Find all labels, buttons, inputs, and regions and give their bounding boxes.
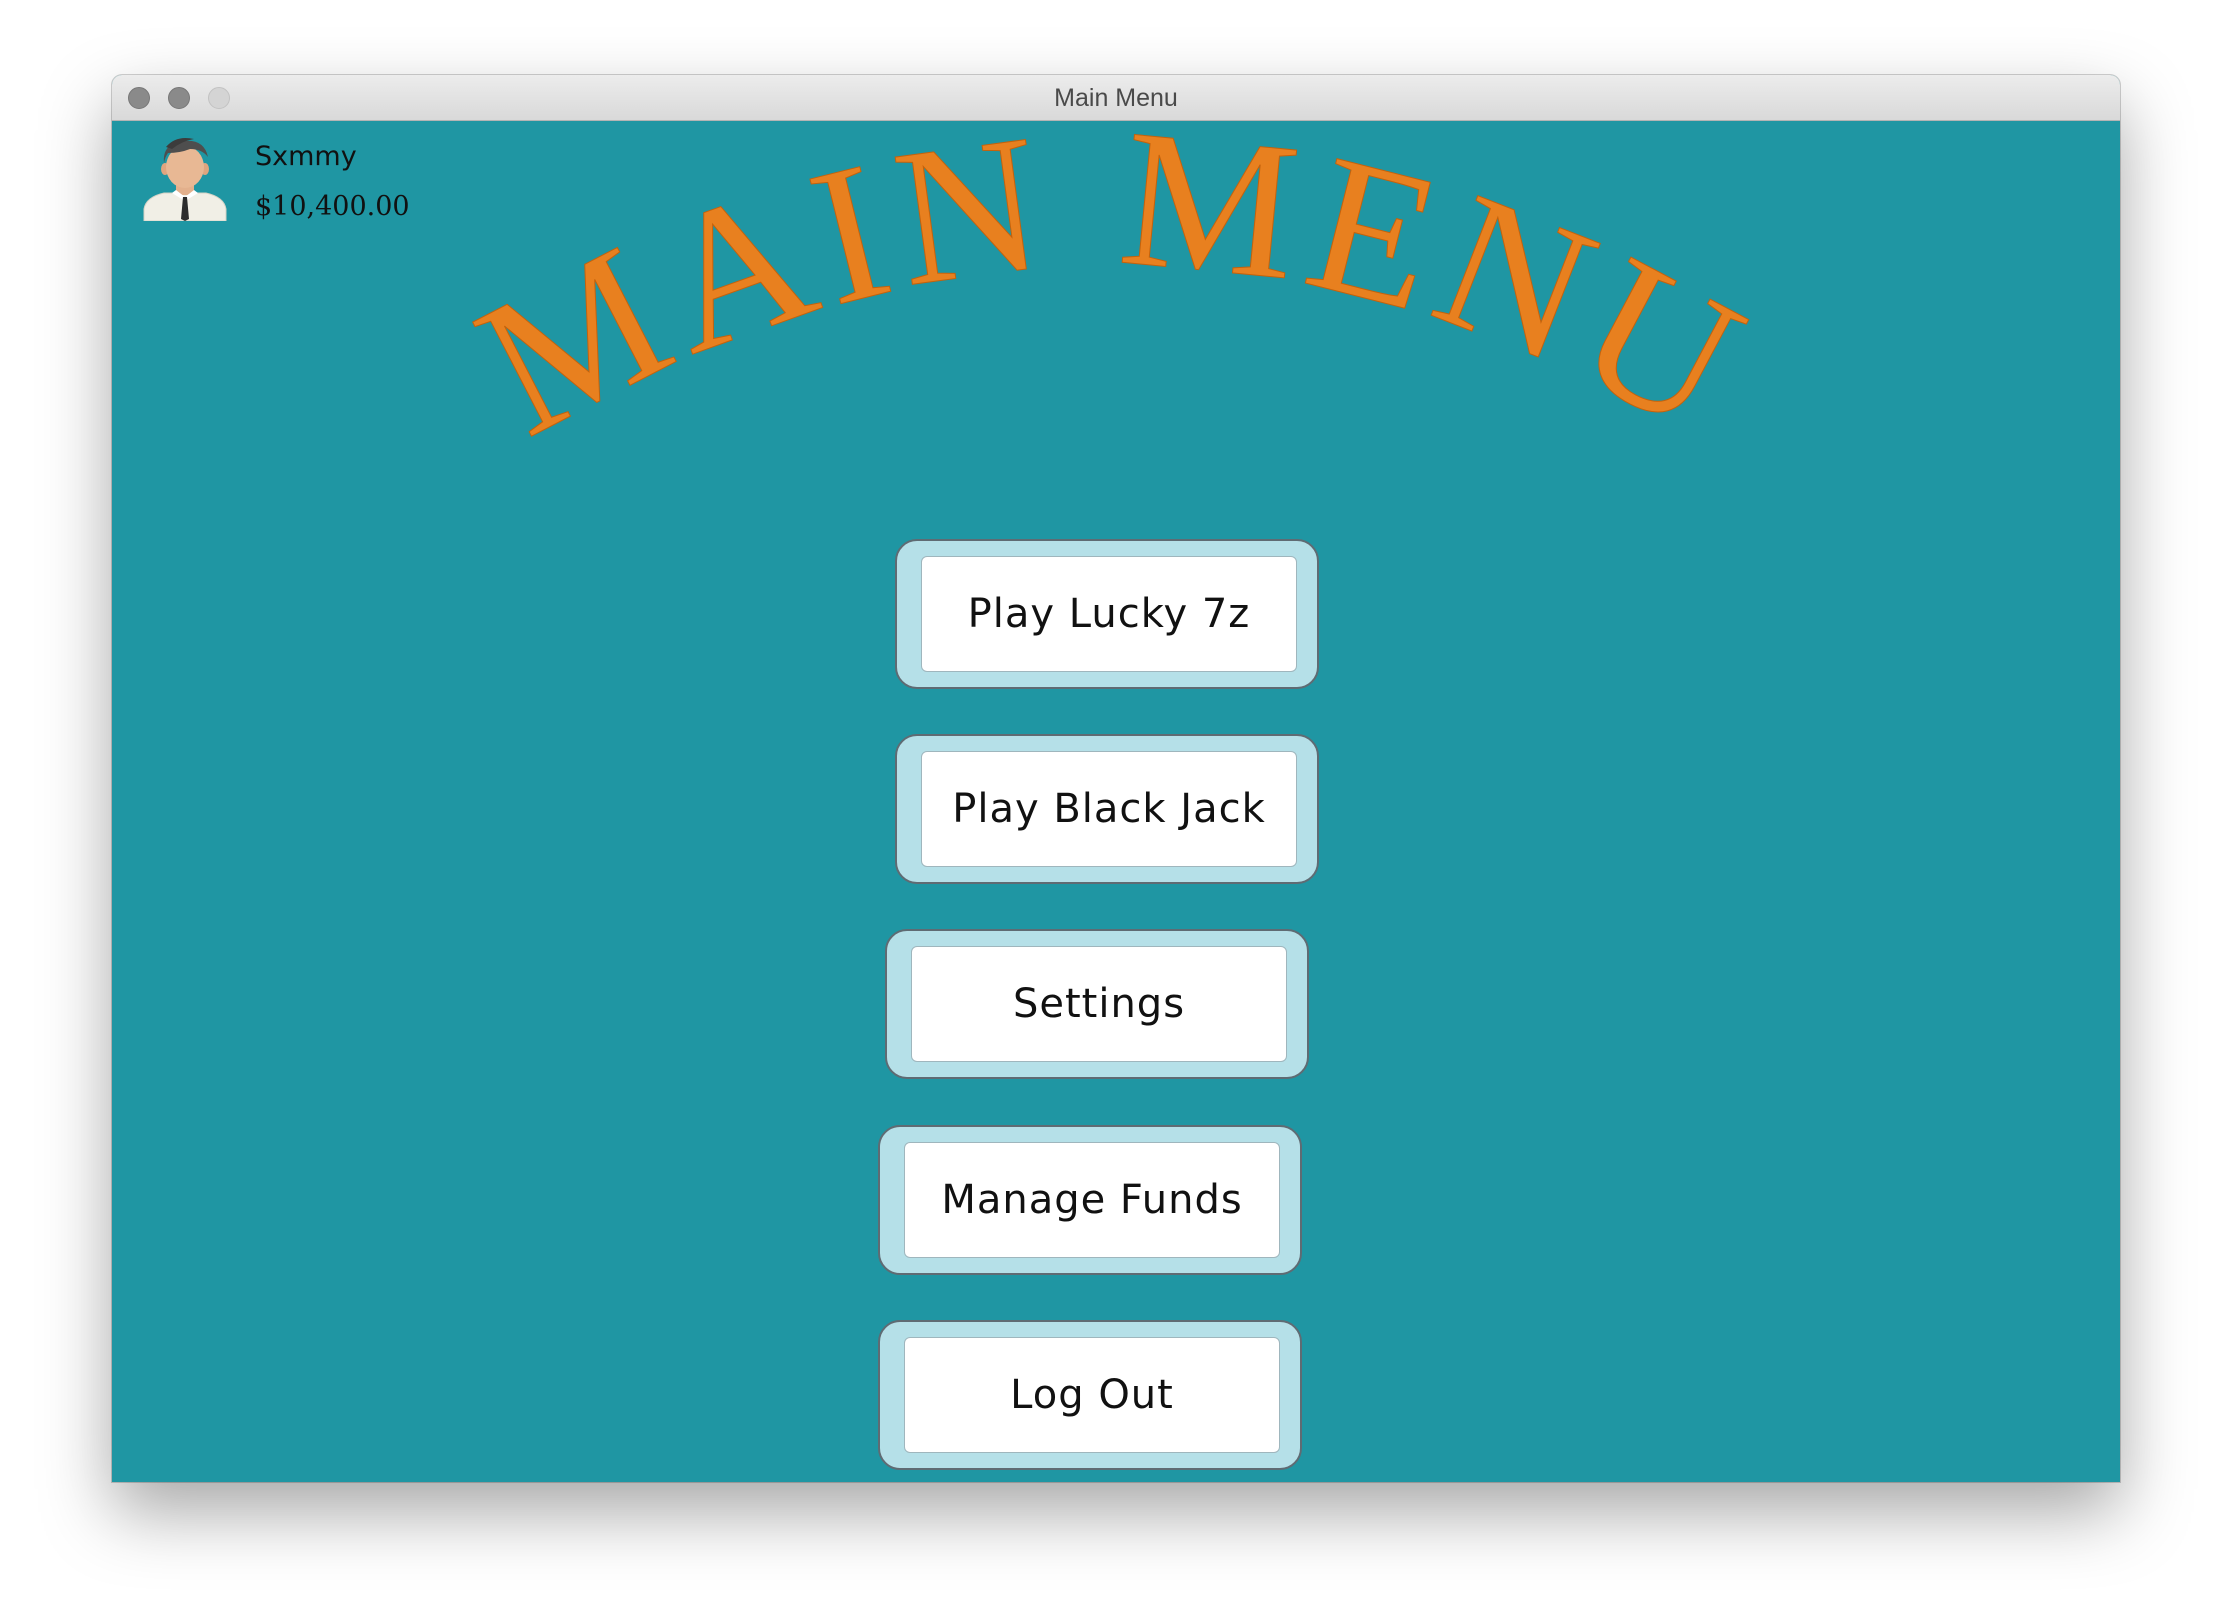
- main-menu-heading-text: MAIN MENU: [446, 121, 1773, 478]
- svg-text:MAIN MENU: MAIN MENU: [447, 121, 1783, 478]
- play-lucky-7z-frame: Play Lucky 7z: [895, 539, 1319, 689]
- title-bar[interactable]: Main Menu: [112, 75, 2120, 121]
- main-menu-heading: MAIN MENU: [446, 121, 1783, 478]
- settings-button[interactable]: Settings: [911, 946, 1287, 1062]
- log-out-button[interactable]: Log Out: [904, 1337, 1280, 1453]
- log-out-frame: Log Out: [878, 1320, 1302, 1470]
- settings-frame: Settings: [885, 929, 1309, 1079]
- manage-funds-frame: Manage Funds: [878, 1125, 1302, 1275]
- main-menu-content: Sxmmy $10,400.00 MAIN MENU Play Lucky 7z…: [112, 121, 2120, 1482]
- play-lucky-7z-button[interactable]: Play Lucky 7z: [921, 556, 1297, 672]
- play-black-jack-frame: Play Black Jack: [895, 734, 1319, 884]
- play-black-jack-button[interactable]: Play Black Jack: [921, 751, 1297, 867]
- manage-funds-button[interactable]: Manage Funds: [904, 1142, 1280, 1258]
- window-title: Main Menu: [1054, 84, 1178, 112]
- main-menu-window: Main Menu Sxmmy $10,400.00 MAIN MENU Pla…: [112, 75, 2120, 1482]
